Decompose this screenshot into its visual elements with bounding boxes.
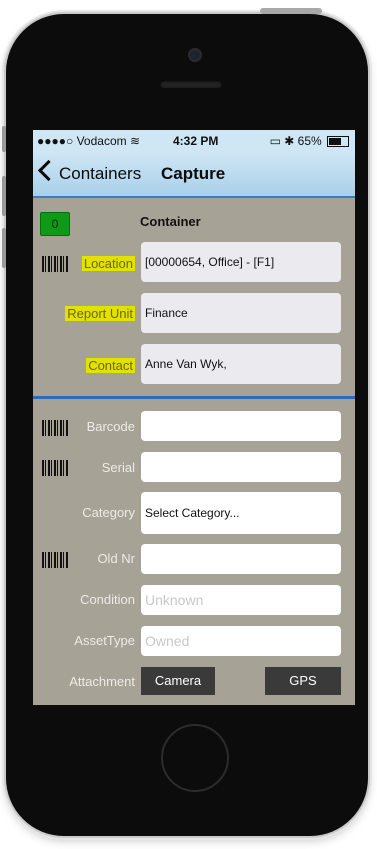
volume-down-button (2, 228, 6, 268)
front-camera (188, 48, 202, 62)
serial-label: Serial (101, 460, 135, 475)
condition-field[interactable]: Unknown (141, 585, 341, 615)
app-screen: ●●●●○ Vodacom ≋ 4:32 PM ▭ ✱ 65% Containe… (33, 130, 355, 705)
navigation-bar: Containers Capture (33, 152, 355, 198)
category-select[interactable]: Select Category... (141, 492, 341, 534)
gps-button[interactable]: GPS (265, 667, 341, 695)
carrier-label: ●●●●○ Vodacom ≋ (37, 134, 140, 148)
old-nr-input[interactable] (141, 544, 341, 574)
location-label: Location (81, 256, 135, 271)
clock: 4:32 PM (173, 134, 219, 148)
condition-label: Condition (80, 592, 135, 607)
battery-percent: ▭ ✱ 65% (269, 134, 322, 148)
contact-field[interactable]: Anne Van Wyk, (141, 344, 341, 384)
battery-status: ▭ ✱ 65% (270, 134, 349, 148)
page-title: Capture (161, 164, 226, 183)
barcode-input[interactable] (141, 411, 341, 441)
home-button[interactable] (161, 724, 229, 792)
category-label: Category (82, 505, 135, 520)
old-nr-label: Old Nr (97, 551, 135, 566)
condition-placeholder: Unknown (145, 592, 204, 608)
asset-type-field[interactable]: Owned (141, 626, 341, 656)
contact-label: Contact (86, 358, 135, 373)
count-badge: 0 (40, 212, 70, 236)
barcode-label: Barcode (86, 419, 135, 434)
old-nr-scan-icon[interactable] (42, 552, 69, 568)
attachment-label: Attachment (69, 674, 135, 689)
location-field[interactable]: [00000654, Office] - [F1] (141, 242, 341, 282)
chevron-left-icon[interactable] (37, 159, 60, 182)
barcode-icon[interactable] (42, 256, 69, 272)
barcode-scan-icon[interactable] (42, 420, 69, 436)
battery-icon (327, 136, 349, 148)
serial-input[interactable] (141, 452, 341, 482)
volume-up-button (2, 176, 6, 216)
back-button[interactable]: Containers (59, 164, 141, 184)
power-button (260, 8, 322, 14)
status-bar: ●●●●○ Vodacom ≋ 4:32 PM ▭ ✱ 65% (33, 130, 355, 152)
container-heading: Container (140, 214, 201, 229)
report-unit-field[interactable]: Finance (141, 293, 341, 333)
report-unit-label: Report Unit (65, 306, 135, 321)
earpiece-speaker (160, 80, 222, 88)
asset-type-placeholder: Owned (145, 633, 190, 649)
camera-button[interactable]: Camera (141, 667, 215, 695)
asset-type-label: AssetType (74, 633, 135, 648)
mute-switch (2, 126, 6, 152)
serial-scan-icon[interactable] (42, 460, 69, 476)
